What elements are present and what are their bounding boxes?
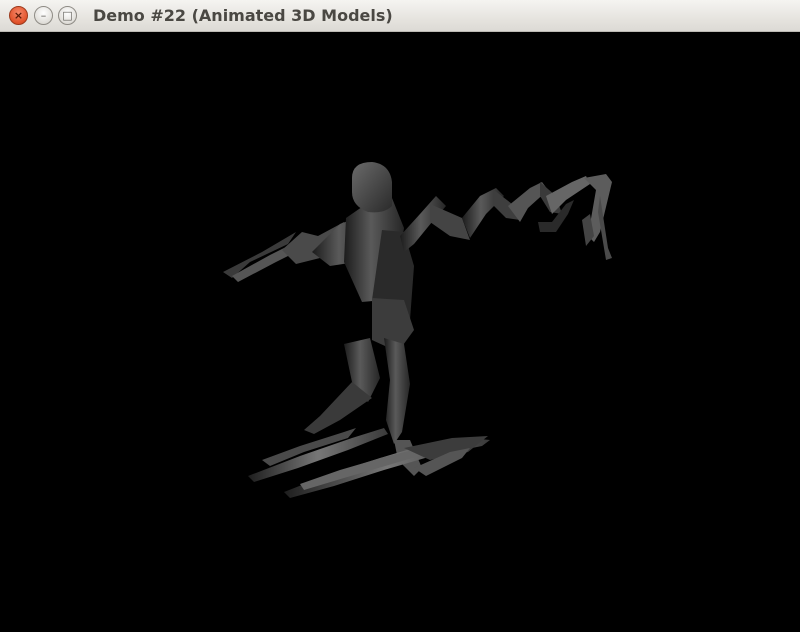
- close-icon: ×: [13, 9, 24, 22]
- minimize-icon: –: [40, 9, 47, 22]
- minimize-button[interactable]: –: [34, 6, 53, 25]
- model-torso: [344, 198, 414, 352]
- close-button[interactable]: ×: [9, 6, 28, 25]
- app-window: × – □ Demo #22 (Animated 3D Models): [0, 0, 800, 632]
- title-bar[interactable]: × – □ Demo #22 (Animated 3D Models): [0, 0, 800, 32]
- maximize-button[interactable]: □: [58, 6, 77, 25]
- render-viewport[interactable]: [0, 32, 800, 632]
- model-right-wing: [400, 174, 612, 260]
- model-feet: [248, 428, 490, 498]
- model-head: [352, 162, 392, 213]
- animated-3d-model: [223, 162, 612, 498]
- maximize-icon: □: [62, 9, 73, 22]
- window-title: Demo #22 (Animated 3D Models): [93, 6, 393, 25]
